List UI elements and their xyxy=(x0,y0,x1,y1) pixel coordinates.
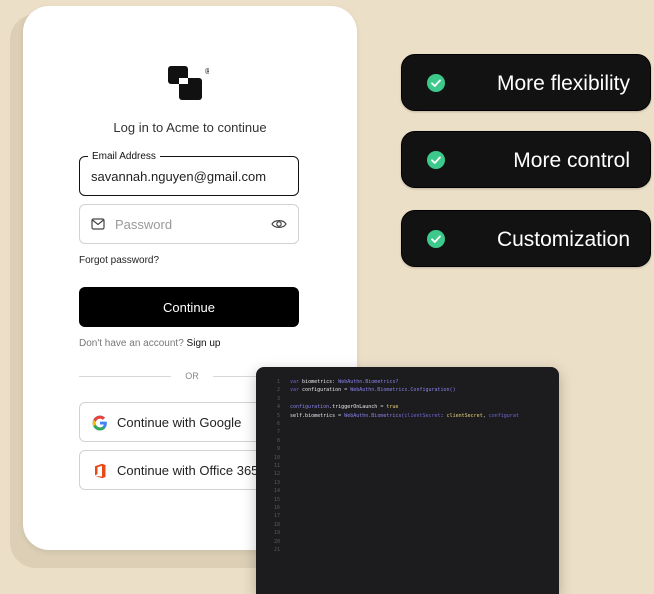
code-token: .biometrics xyxy=(302,412,336,419)
line-number: 17 xyxy=(273,513,280,520)
code-line: 4 configuration.triggerOnLaunch = true xyxy=(256,404,559,412)
code-line: 10 xyxy=(256,455,559,463)
code-token: clientSecret xyxy=(404,412,441,419)
acme-logo-icon: ® xyxy=(168,66,209,100)
code-token: .triggerOnLaunch xyxy=(329,404,378,411)
code-line: 2 var configuration = WebAuthn.Biometrics… xyxy=(256,387,559,395)
code-line: 15 xyxy=(256,497,559,505)
login-title: Log in to Acme to continue xyxy=(113,120,267,135)
line-number: 1 xyxy=(276,379,280,385)
code-line: 13 xyxy=(256,480,559,488)
code-token: biometrics xyxy=(302,379,333,385)
line-number: 20 xyxy=(273,538,280,545)
feature-label: Customization xyxy=(496,228,630,251)
code-token: configuration xyxy=(302,387,342,394)
line-number: 9 xyxy=(276,446,280,453)
code-token: WebAuthn.Biometrics( xyxy=(344,412,405,419)
code-line: 21 xyxy=(256,547,559,555)
continue-button[interactable]: Continue xyxy=(79,287,299,327)
code-token: clientSecret xyxy=(446,412,483,419)
feature-pill-flexibility: More flexibility xyxy=(401,54,651,111)
code-line: 1 var biometrics: WebAuthn.Biometrics? xyxy=(256,379,559,387)
continue-button-label: Continue xyxy=(162,299,216,315)
code-line: 6 xyxy=(256,421,559,429)
eye-icon[interactable] xyxy=(271,218,287,230)
password-placeholder: Password xyxy=(115,217,173,232)
code-token: = xyxy=(341,387,351,394)
registered-mark: ® xyxy=(204,67,209,76)
email-label: Email Address xyxy=(88,151,160,162)
code-line: 19 xyxy=(256,530,559,538)
code-line: 14 xyxy=(256,488,559,496)
line-number: 13 xyxy=(273,479,280,486)
mail-icon xyxy=(91,218,105,230)
line-number: 10 xyxy=(273,454,280,461)
line-number: 18 xyxy=(273,521,280,528)
signup-prompt: Don't have an account? xyxy=(79,338,184,349)
line-number: 12 xyxy=(273,471,280,478)
check-circle-icon xyxy=(427,151,445,169)
line-number: 14 xyxy=(273,488,280,495)
divider-left xyxy=(79,376,171,377)
feature-label: More flexibility xyxy=(496,72,630,95)
check-circle-icon xyxy=(427,230,445,248)
feature-pill-customization: Customization xyxy=(401,210,651,267)
code-text: configuration.triggerOnLaunch = true xyxy=(290,404,398,410)
google-icon xyxy=(92,415,107,431)
line-number: 21 xyxy=(273,547,280,553)
code-line: 7 xyxy=(256,429,559,437)
code-text: var biometrics: WebAuthn.Biometrics? xyxy=(290,379,398,385)
code-line: 20 xyxy=(256,539,559,547)
code-token: var xyxy=(290,379,303,385)
feature-pill-control: More control xyxy=(401,131,651,188)
code-line: 11 xyxy=(256,463,559,471)
line-number: 8 xyxy=(276,437,280,444)
office-login-label: Continue with Office 365 xyxy=(117,463,259,478)
code-line: 5 self.biometrics = WebAuthn.Biometrics(c… xyxy=(256,413,559,421)
code-token: WebAuthn.Biometrics.Configuration() xyxy=(350,387,456,394)
line-number: 16 xyxy=(273,505,280,511)
line-number: 2 xyxy=(276,387,280,394)
office-icon xyxy=(95,463,106,479)
check-circle-icon xyxy=(427,74,445,92)
or-separator: OR xyxy=(185,371,199,381)
code-line: 12 xyxy=(256,471,559,479)
code-line: 3 xyxy=(256,396,559,404)
google-login-label: Continue with Google xyxy=(117,415,242,430)
line-number: 7 xyxy=(276,429,280,436)
line-number: 19 xyxy=(273,530,280,537)
code-token: = xyxy=(377,404,387,411)
line-number: 3 xyxy=(276,395,280,402)
code-token: var xyxy=(290,387,303,394)
line-number: 4 xyxy=(276,404,280,411)
line-number: 6 xyxy=(276,421,280,427)
signup-line: Don't have an account? Sign up xyxy=(79,338,220,349)
line-number: 11 xyxy=(273,463,280,469)
code-token: configurat xyxy=(488,412,519,419)
code-text: self.biometrics = WebAuthn.Biometrics(cl… xyxy=(290,413,519,419)
code-line: 9 xyxy=(256,446,559,454)
code-token: true xyxy=(386,404,399,411)
password-field[interactable] xyxy=(79,204,299,244)
code-line: 17 xyxy=(256,513,559,521)
email-value[interactable]: savannah.nguyen@gmail.com xyxy=(79,169,299,184)
forgot-password-link[interactable]: Forgot password? xyxy=(79,255,159,266)
line-number: 5 xyxy=(276,412,280,419)
line-number: 15 xyxy=(273,496,280,503)
code-line: 18 xyxy=(256,522,559,530)
code-token: self xyxy=(290,412,303,419)
code-text: var configuration = WebAuthn.Biometrics.… xyxy=(290,387,456,393)
signup-link[interactable]: Sign up xyxy=(187,338,221,349)
code-token: WebAuthn.Biometrics? xyxy=(338,379,399,385)
code-token: = xyxy=(335,412,345,419)
code-token: configuration xyxy=(290,404,330,411)
code-line: 8 xyxy=(256,438,559,446)
feature-label: More control xyxy=(513,149,630,172)
code-line: 16 xyxy=(256,505,559,513)
code-editor: 1 var biometrics: WebAuthn.Biometrics? 2 va… xyxy=(256,367,559,594)
